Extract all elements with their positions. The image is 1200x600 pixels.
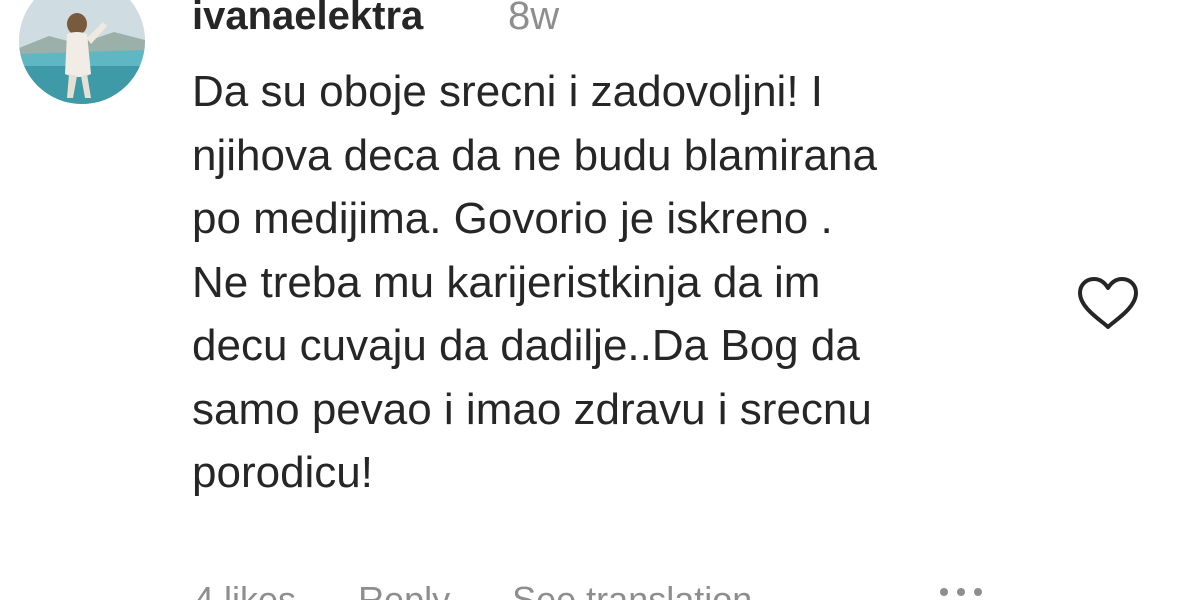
likes-count-link[interactable]: 4 likes [194,579,296,600]
comment-text-line: samo pevao i imao zdravu i srecnu [192,384,872,434]
comment: ivanaelektra 8w Da su oboje srecni i zad… [0,0,1200,600]
comment-timestamp[interactable]: 8w [508,0,559,40]
comment-text-line: po medijima. Govorio je iskreno . [192,194,833,243]
avatar-image [19,0,145,104]
avatar[interactable] [19,0,145,104]
comment-text-line: decu cuvaju da dadilje..Da Bog da [192,321,860,370]
dot [957,588,965,596]
username-link[interactable]: ivanaelektra [192,0,423,40]
like-button[interactable] [1076,275,1140,331]
dot [974,588,982,596]
comment-text-line: njihova deca da ne budu blamirana [192,130,877,180]
comment-text-line: Da su oboje srecni i zadovoljni! I [192,67,823,116]
more-options-icon[interactable] [940,588,982,596]
heart-outline-icon [1078,277,1138,329]
comment-text: Da su oboje srecni i zadovoljni! I njiho… [192,60,1052,505]
dot [940,588,948,596]
comment-text-line: Ne treba mu karijeristkinja da im [192,257,821,307]
see-translation-link[interactable]: See translation [512,579,752,600]
comment-text-line: porodicu! [192,448,374,497]
reply-button[interactable]: Reply [358,579,450,600]
comment-actions: 4 likes Reply See translation [194,578,804,600]
